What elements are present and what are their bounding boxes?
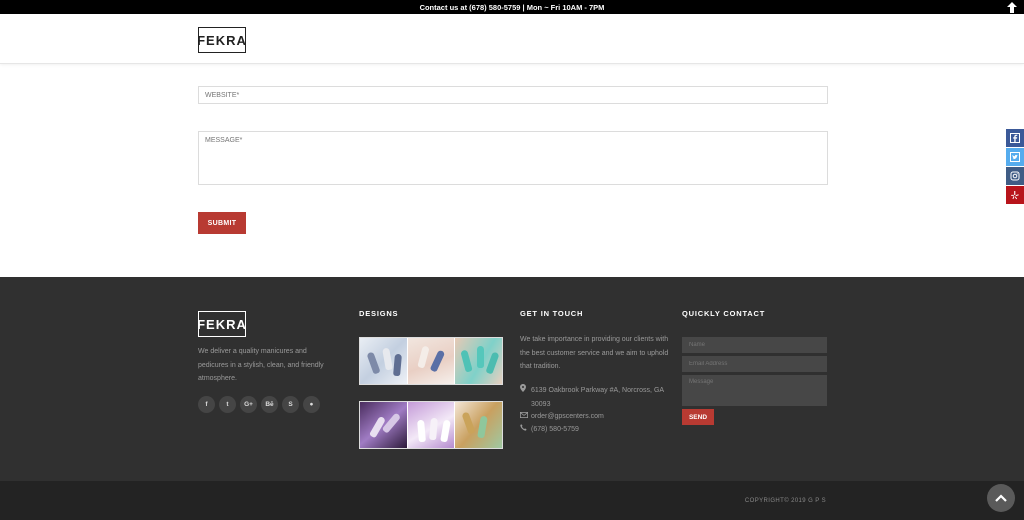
- phone-line: (678) 580-5759: [520, 423, 579, 437]
- contact-text: Contact us at (678) 580-5759 | Mon ~ Fri…: [419, 2, 605, 12]
- map-marker-icon: [520, 384, 531, 411]
- get-in-touch-heading: GET IN TOUCH: [520, 309, 584, 318]
- skype-icon[interactable]: S: [282, 396, 299, 413]
- send-button[interactable]: SEND: [682, 409, 714, 425]
- message-input[interactable]: [198, 131, 828, 185]
- google-plus-icon[interactable]: G+: [240, 396, 257, 413]
- designs-heading: DESIGNS: [359, 309, 399, 318]
- side-social-bar: [1006, 129, 1024, 205]
- design-thumbnail[interactable]: [407, 402, 456, 448]
- twitter-icon[interactable]: t: [219, 396, 236, 413]
- submit-button[interactable]: SUBMIT: [198, 212, 246, 234]
- facebook-icon[interactable]: f: [198, 396, 215, 413]
- address-text: 6139 Oakbrook Parkway #A, Norcross, GA 3…: [531, 387, 664, 408]
- design-gallery-row-1: [359, 337, 503, 385]
- email-line: order@gpscenters.com: [520, 410, 604, 424]
- quickly-contact-heading: QUICKLY CONTACT: [682, 309, 766, 318]
- quick-name-input[interactable]: [682, 337, 827, 353]
- design-thumbnail[interactable]: [360, 338, 408, 384]
- envelope-icon: [520, 410, 531, 424]
- site-logo[interactable]: FEKRA: [197, 27, 246, 53]
- site-footer: FEKRA We deliver a quality manicures and…: [0, 277, 1024, 481]
- phone-icon: [520, 423, 531, 437]
- website-input[interactable]: [198, 86, 828, 104]
- apple-icon[interactable]: ●: [303, 396, 320, 413]
- arrow-up-icon[interactable]: [1006, 1, 1018, 13]
- bottom-bar: COPYRIGHT© 2019 G P S: [0, 481, 1024, 520]
- instagram-icon[interactable]: [1006, 167, 1024, 185]
- design-thumbnail[interactable]: [455, 402, 503, 448]
- design-thumbnail[interactable]: [455, 338, 503, 384]
- address-line: 6139 Oakbrook Parkway #A, Norcross, GA 3…: [520, 384, 670, 411]
- design-thumbnail[interactable]: [360, 402, 408, 448]
- footer-about-text: We deliver a quality manicures and pedic…: [198, 348, 324, 382]
- design-thumbnail[interactable]: [407, 338, 456, 384]
- chevron-up-icon: [995, 494, 1007, 502]
- footer-social-icons: f t G+ Bē S ●: [198, 396, 320, 413]
- site-header: FEKRA: [0, 14, 1024, 64]
- email-text[interactable]: order@gpscenters.com: [531, 410, 604, 424]
- footer-logo[interactable]: FEKRA: [197, 311, 246, 337]
- yelp-icon[interactable]: [1006, 186, 1024, 204]
- design-gallery-row-2: [359, 401, 503, 449]
- quick-email-input[interactable]: [682, 356, 827, 372]
- scroll-to-top-button[interactable]: [987, 484, 1015, 512]
- facebook-icon[interactable]: [1006, 129, 1024, 147]
- top-contact-bar: Contact us at (678) 580-5759 | Mon ~ Fri…: [0, 0, 1024, 14]
- quick-message-input[interactable]: [682, 375, 827, 406]
- get-in-touch-text: We take importance in providing our clie…: [520, 336, 669, 370]
- behance-icon[interactable]: Bē: [261, 396, 278, 413]
- copyright-text: COPYRIGHT© 2019 G P S: [744, 498, 826, 504]
- phone-text[interactable]: (678) 580-5759: [531, 423, 579, 437]
- twitter-icon[interactable]: [1006, 148, 1024, 166]
